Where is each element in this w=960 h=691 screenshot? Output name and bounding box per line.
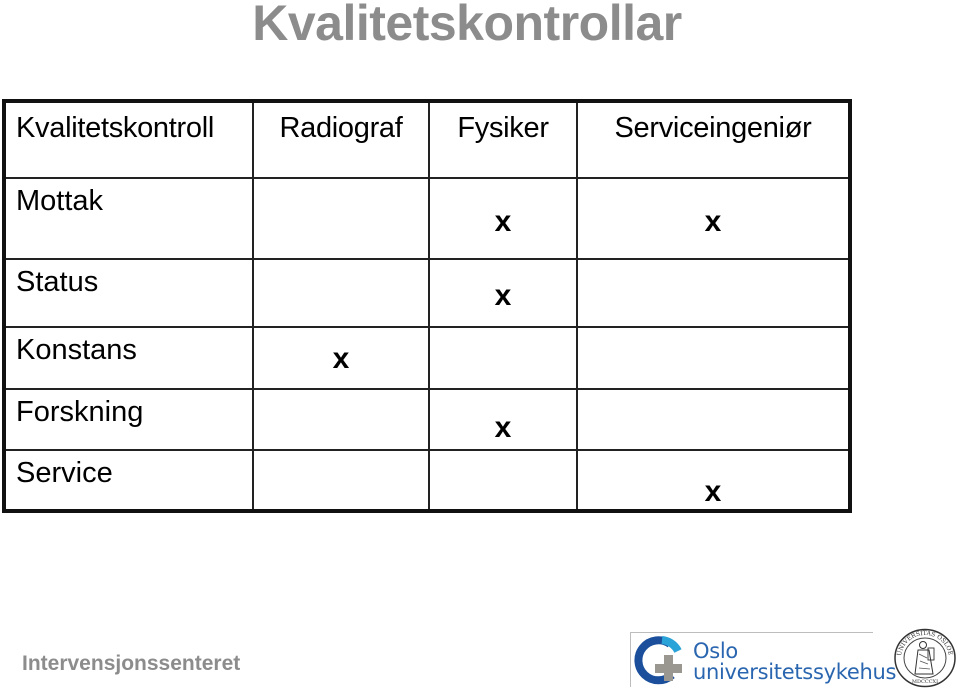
cell-status-radiograf xyxy=(252,258,430,328)
quality-control-table: Kvalitetskontroll Radiograf Fysiker Serv… xyxy=(2,99,852,513)
cell-mottak-radiograf xyxy=(252,177,430,260)
ous-cross-logo-icon xyxy=(634,636,682,685)
table-header-row: Kvalitetskontroll Radiograf Fysiker Serv… xyxy=(3,100,851,179)
table-row: Forskning x xyxy=(3,388,851,451)
row-label-service: Service xyxy=(3,449,254,512)
cell-forskning-fysiker: x xyxy=(428,388,578,451)
row-label-konstans: Konstans xyxy=(3,326,254,390)
table-row: Konstans x xyxy=(3,326,851,390)
hospital-logo: Oslo universitetssykehus xyxy=(630,632,896,687)
table-row: Status x xyxy=(3,258,851,328)
hospital-name: Oslo universitetssykehus xyxy=(693,641,896,683)
svg-text:MDCCCXI: MDCCCXI xyxy=(912,679,938,685)
table-row: Mottak x x xyxy=(3,177,851,260)
column-header-service-engineer: Serviceingeniør xyxy=(576,100,851,179)
column-header-quality-control: Kvalitetskontroll xyxy=(3,100,254,179)
table-row: Service x xyxy=(3,449,851,512)
cell-konstans-radiograf: x xyxy=(252,326,430,390)
cell-konstans-serviceingenior xyxy=(576,326,851,390)
row-label-status: Status xyxy=(3,258,254,328)
row-label-forskning: Forskning xyxy=(3,388,254,451)
cell-mottak-serviceingenior: x xyxy=(576,177,851,260)
slide-title: Kvalitetskontrollar xyxy=(252,0,682,51)
cell-service-serviceingenior: x xyxy=(576,449,851,512)
cell-mottak-fysiker: x xyxy=(428,177,578,260)
cell-service-radiograf xyxy=(252,449,430,512)
cell-forskning-serviceingenior xyxy=(576,388,851,451)
uio-seal-icon: UNIVERSITAS OSLOENSIS MDCCCXI xyxy=(893,628,956,688)
hospital-name-line2: universitetssykehus xyxy=(693,660,897,684)
cell-status-serviceingenior xyxy=(576,258,851,328)
cell-forskning-radiograf xyxy=(252,388,430,451)
column-header-radiographer: Radiograf xyxy=(252,100,430,179)
cell-service-fysiker xyxy=(428,449,578,512)
row-label-mottak: Mottak xyxy=(3,177,254,260)
hospital-name-line1: Oslo xyxy=(693,639,738,663)
cell-status-fysiker: x xyxy=(428,258,578,328)
column-header-physicist: Fysiker xyxy=(428,100,578,179)
department-name: Intervensjonssenteret xyxy=(22,652,241,675)
cell-konstans-fysiker xyxy=(428,326,578,390)
